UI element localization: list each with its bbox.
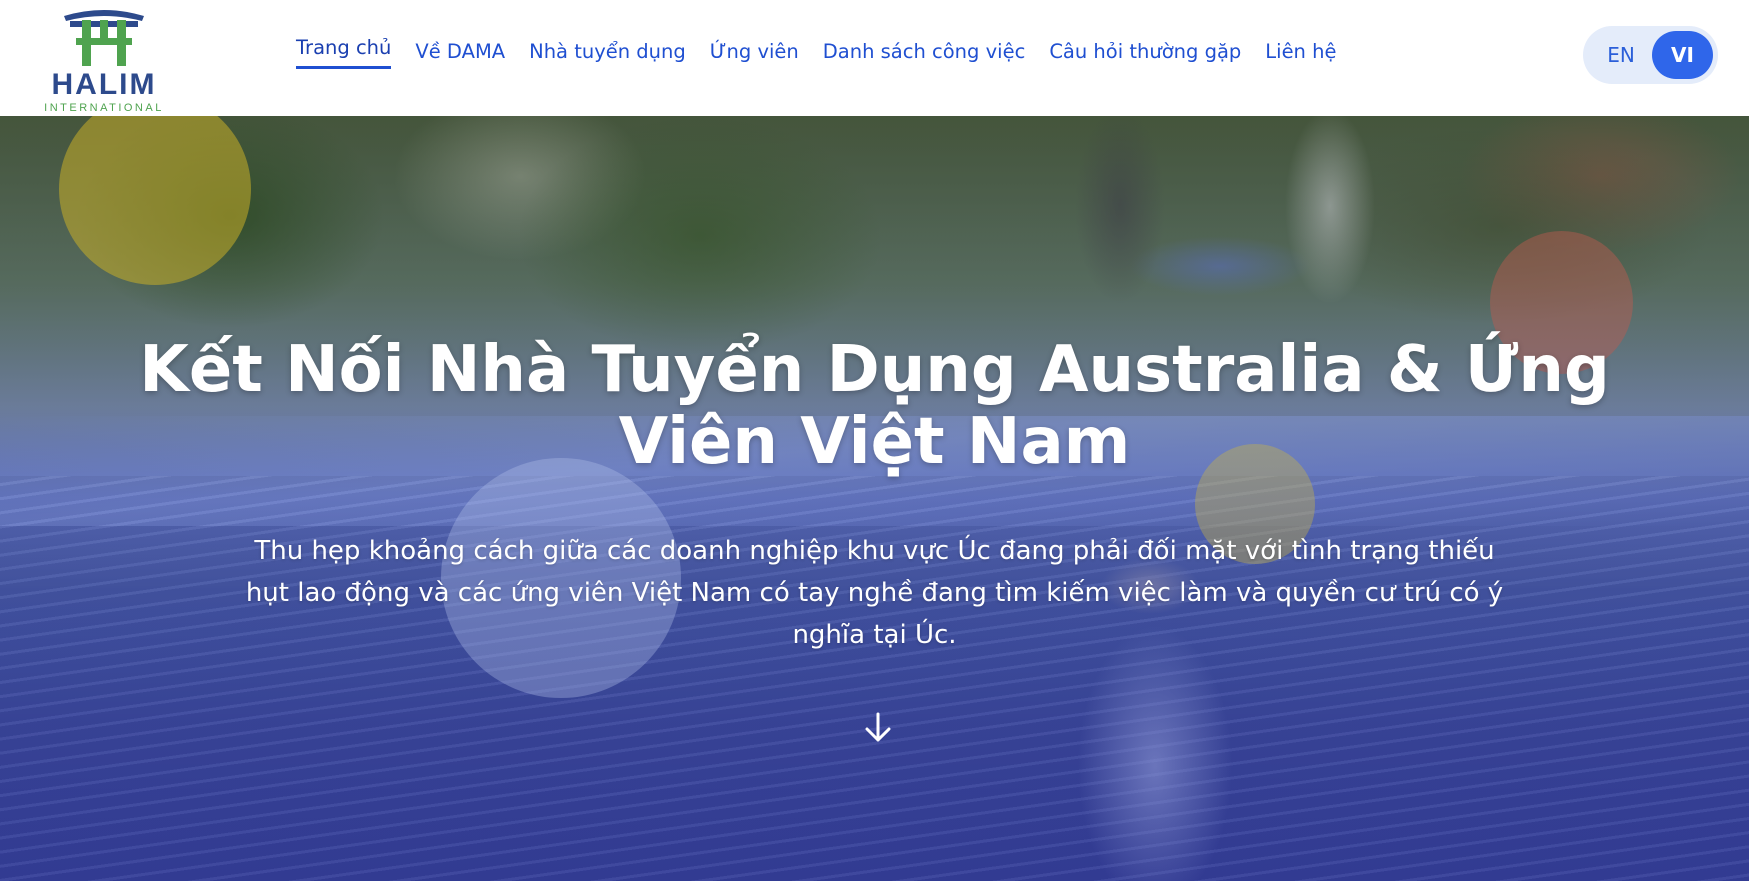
nav-item-job-list[interactable]: Danh sách công việc	[823, 40, 1026, 70]
hero-title: Kết Nối Nhà Tuyển Dụng Australia & Ứng V…	[139, 333, 1610, 479]
hero-section: Kết Nối Nhà Tuyển Dụng Australia & Ứng V…	[0, 116, 1749, 881]
nav-item-faq[interactable]: Câu hỏi thường gặp	[1049, 40, 1241, 70]
logo[interactable]: HALIM INTERNATIONAL	[34, 6, 174, 114]
torii-gate-icon	[64, 10, 144, 66]
logo-name: HALIM	[51, 68, 157, 101]
language-option-en[interactable]: EN	[1593, 30, 1649, 80]
main-nav: Trang chủ Về DAMA Nhà tuyển dụng Ứng viê…	[296, 36, 1360, 76]
nav-item-home[interactable]: Trang chủ	[296, 36, 392, 69]
language-option-vi[interactable]: VI	[1652, 31, 1713, 79]
nav-item-contact[interactable]: Liên hệ	[1265, 40, 1336, 70]
scroll-down-button[interactable]	[858, 708, 898, 748]
hero-subtitle: Thu hẹp khoảng cách giữa các doanh nghiệ…	[245, 536, 1504, 650]
nav-item-candidates[interactable]: Ứng viên	[710, 40, 799, 70]
logo-subtitle: INTERNATIONAL	[44, 102, 164, 114]
language-switcher: EN VI	[1583, 26, 1718, 84]
site-header: HALIM INTERNATIONAL Trang chủ Về DAMA Nh…	[0, 0, 1749, 116]
nav-item-about-dama[interactable]: Về DAMA	[415, 40, 505, 70]
nav-item-employers[interactable]: Nhà tuyển dụng	[529, 40, 686, 70]
arrow-down-icon	[865, 712, 891, 742]
